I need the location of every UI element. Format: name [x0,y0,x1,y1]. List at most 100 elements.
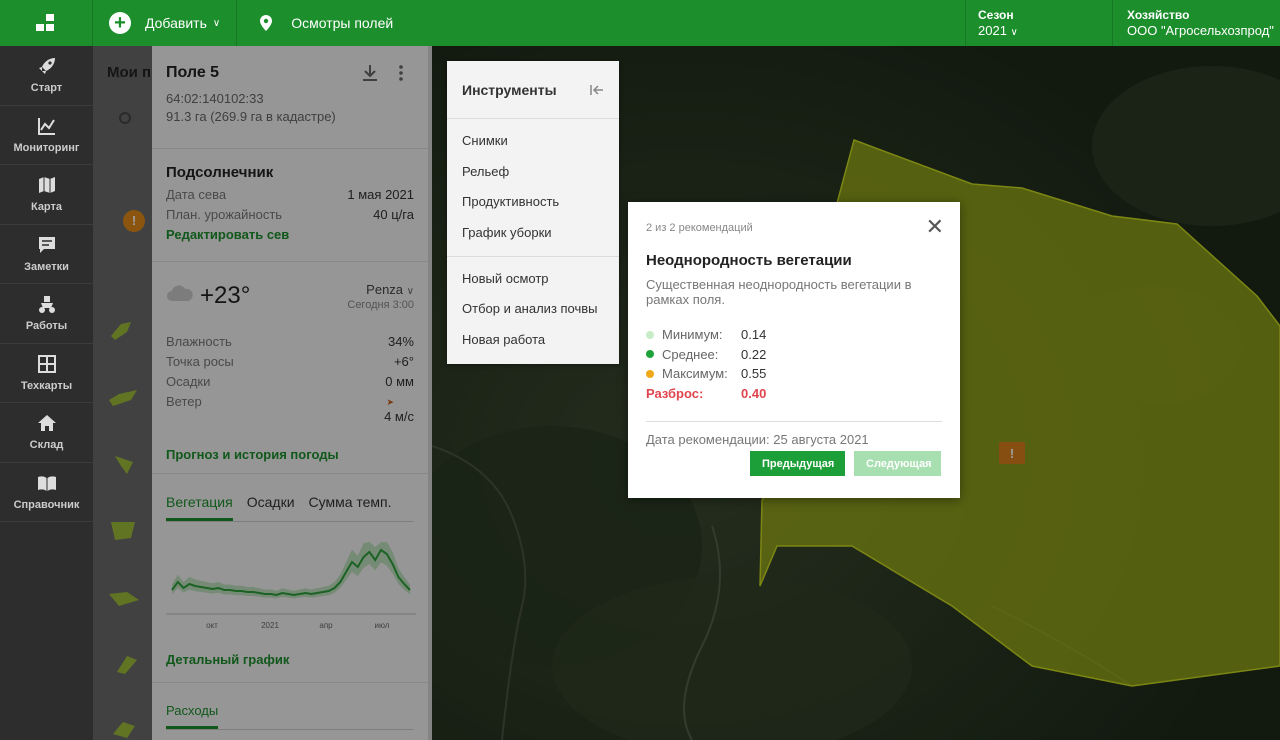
temperature: +23° [200,282,251,309]
tool-soil-sampling[interactable]: Отбор и анализ почвы [447,294,619,325]
tools-panel: Инструменты Снимки Рельеф Продуктивность… [447,61,619,364]
nav-item-reference[interactable]: Справочник [0,463,93,522]
cadastral-number: 64:02:140102:33 [166,91,264,106]
nav-label: Старт [30,82,63,95]
humidity-value: 34% [387,334,414,349]
field-thumbnail[interactable] [107,652,141,676]
tractor-icon [38,296,55,314]
next-button[interactable]: Следующая [854,451,941,476]
tab-vegetation[interactable]: Вегетация [166,494,233,521]
dew-label: Точка росы [166,354,234,369]
expenses-section: Расходы [152,683,428,730]
recommendation-modal: 2 из 2 рекомендаций ✕ Неоднородность вег… [628,202,960,498]
plus-icon: + [109,12,131,34]
field-inspections-button[interactable]: Осмотры полей [237,0,413,46]
left-nav: Старт Мониторинг Карта Заметки Работы Те… [0,46,93,740]
nav-label: Техкарты [20,379,73,392]
tab-temp-sum[interactable]: Сумма темп. [309,494,392,521]
cloud-icon [167,285,193,301]
tool-harvest-schedule[interactable]: График уборки [447,218,619,249]
nav-item-notes[interactable]: Заметки [0,225,93,284]
sow-date-label: Дата сева [166,187,227,202]
collapse-panel-icon[interactable] [590,84,604,96]
nav-item-map[interactable]: Карта [0,165,93,225]
tab-expenses[interactable]: Расходы [166,703,219,729]
nav-item-warehouse[interactable]: Склад [0,403,93,463]
season-selector[interactable]: Сезон 2021 ∨ [965,0,1112,46]
add-label: Добавить [145,15,207,31]
min-label: Минимум: [662,327,723,342]
field-detail-panel: Поле 5 64:02:140102:33 91.3 га (269.9 га… [152,46,432,740]
tool-relief[interactable]: Рельеф [447,157,619,188]
max-value: 0.55 [741,366,767,381]
vegetation-stats: Минимум: 0.14 Среднее: 0.22 Максимум: 0.55 … [646,325,942,403]
chart-tabs: Вегетация Осадки Сумма темп. [166,494,414,522]
season-value: 2021 [978,23,1007,38]
download-icon[interactable] [362,64,378,82]
weather-location-select[interactable]: Penza ∨ Сегодня 3:00 [347,282,414,311]
tool-new-inspection[interactable]: Новый осмотр [447,264,619,295]
field-thumbnail[interactable] [107,586,141,610]
book-icon [37,476,56,491]
field-thumbnail[interactable] [107,386,141,410]
nav-item-monitoring[interactable]: Мониторинг [0,106,93,165]
nav-label: Работы [25,320,68,333]
grid-icon [37,354,56,373]
edit-sowing-link[interactable]: Редактировать сев [166,227,414,242]
spread-label: Разброс: [646,385,704,401]
logo[interactable] [0,0,93,46]
recommendation-title: Неоднородность вегетации [646,252,852,269]
chevron-down-icon: ∨ [212,17,221,29]
chart-tick-label: 2021 [261,621,279,630]
yield-value: 40 ц/га [373,207,414,222]
tool-images[interactable]: Снимки [447,126,619,157]
warning-badge-icon: ! [123,210,145,232]
field-header: Поле 5 64:02:140102:33 91.3 га (269.9 га… [152,46,428,148]
mean-dot-icon [646,350,654,359]
chart-tick-label: окт [206,621,218,630]
field-list-panel: Мои п ← ! [93,46,153,740]
tab-precipitation[interactable]: Осадки [247,494,295,521]
weather-forecast-link[interactable]: Прогноз и история погоды [166,447,414,462]
precip-label: Осадки [166,374,211,389]
weather-section: +23° Penza ∨ Сегодня 3:00 Влажность 34% Т… [152,262,428,474]
mean-value: 0.22 [741,346,767,362]
recommendation-description: Существенная неоднородность вегетации в … [646,277,912,307]
dew-value: +6° [393,354,414,369]
chart-tick-label: июл [375,621,390,630]
precip-value: 0 мм [385,374,414,389]
nav-label: Склад [29,439,64,452]
nav-item-start[interactable]: Старт [0,46,93,106]
vegetation-chart[interactable]: окт 2021 апр июл [166,538,416,630]
tool-new-work[interactable]: Новая работа [447,325,619,356]
farm-value: ООО "Агросельхозпрод" [1127,23,1274,38]
crop-name: Подсолнечник [166,164,274,181]
field-thumbnail[interactable] [107,318,141,342]
close-icon[interactable]: ✕ [926,216,944,238]
mean-label: Среднее: [662,346,719,362]
search-icon[interactable] [119,112,131,124]
location-pin-icon [260,15,273,31]
field-thumbnail[interactable] [107,452,141,476]
nav-item-techmaps[interactable]: Техкарты [0,344,93,403]
recommendation-date: Дата рекомендации: 25 августа 2021 [646,432,869,447]
tool-productivity[interactable]: Продуктивность [447,187,619,218]
nav-item-works[interactable]: Работы [0,284,93,344]
logo-icon [36,14,56,32]
chevron-down-icon: ∨ [1010,27,1018,38]
more-vertical-icon[interactable] [398,65,404,81]
back-arrow-icon[interactable]: ← [113,66,129,84]
nav-label: Справочник [13,498,80,511]
farm-selector[interactable]: Хозяйство ООО "Агросельхозпрод" [1112,0,1280,46]
min-dot-icon [646,330,654,339]
chart-icon [37,117,55,135]
chart-tick-label: апр [319,621,333,630]
yield-label: План. урожайность [166,207,283,222]
previous-button[interactable]: Предыдущая [750,451,845,476]
detailed-chart-link[interactable]: Детальный график [166,652,414,667]
add-button[interactable]: + Добавить ∨ [93,0,238,46]
field-thumbnail[interactable] [107,518,141,542]
wind-label: Ветер [166,394,202,409]
nav-label: Мониторинг [13,141,80,154]
field-thumbnail[interactable] [107,716,141,740]
